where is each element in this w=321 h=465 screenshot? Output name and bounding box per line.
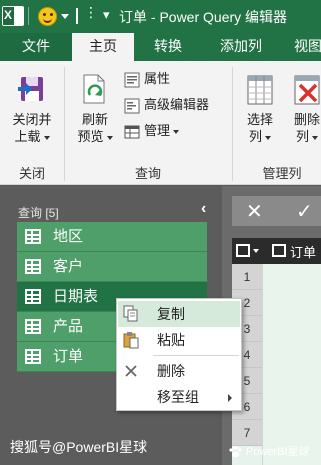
table-icon [25, 229, 41, 244]
tab-transform[interactable]: 转换 [140, 33, 196, 61]
context-menu: 复制 粘贴 删除 移至组 [116, 298, 242, 411]
query-label: 订单 [53, 348, 84, 365]
title-bar: ⋮ ▾ 订单 - Power Query 编辑器 [0, 0, 321, 33]
query-group-label: 查询 [134, 166, 161, 181]
chevron-down-icon[interactable] [253, 249, 259, 253]
manage-button[interactable]: 管理 [124, 121, 180, 141]
menu-item-paste[interactable]: 粘贴 [118, 327, 240, 353]
column-type-icon[interactable] [272, 244, 286, 257]
close-group-label: 关闭 [18, 166, 45, 181]
tab-file[interactable]: 文件 [0, 33, 72, 61]
queries-header: 查询 [5] [18, 206, 59, 220]
delete-icon [125, 365, 137, 377]
smiley-feedback-icon[interactable] [38, 7, 57, 26]
query-item-customer[interactable]: 客户 [17, 252, 207, 282]
menu-item-label: 移至组 [157, 389, 199, 405]
refresh-label-1: 刷新 [81, 112, 108, 127]
properties-icon [124, 72, 140, 88]
tab-home[interactable]: 主页 [72, 33, 134, 61]
menu-item-label: 删除 [157, 363, 185, 379]
table-icon [25, 259, 41, 274]
advanced-editor-icon [124, 98, 140, 114]
data-grid: 订单 1 2 3 4 5 6 7 [232, 238, 321, 465]
query-label: 客户 [53, 258, 84, 275]
formula-bar: ✕ ✓ [232, 196, 321, 226]
column-header[interactable]: 订单 [290, 242, 316, 261]
close-load-label-2: 上载 [6, 128, 58, 145]
tab-add-column[interactable]: 添加列 [208, 33, 274, 61]
chevron-right-icon [228, 394, 232, 402]
table-icon [25, 289, 41, 304]
chevron-down-icon[interactable] [61, 14, 69, 19]
remove-columns-icon [294, 75, 320, 105]
close-and-load-button[interactable]: 关闭并 上载 [6, 73, 58, 145]
advanced-editor-button[interactable]: 高级编辑器 [124, 95, 209, 115]
refresh-preview-button[interactable]: 刷新 预览 [70, 73, 120, 145]
remove-columns-label-1: 删除 [293, 112, 320, 127]
table-icon [25, 349, 41, 364]
choose-columns-label-1: 选择 [246, 112, 273, 127]
close-load-label-1: 关闭并 [12, 112, 52, 127]
menu-item-delete[interactable]: 删除 [118, 358, 240, 384]
remove-columns-label-2: 列 [286, 128, 321, 145]
watermark-text: 搜狐号@PowerBI星球 [10, 439, 148, 455]
ribbon-tabs: 文件 主页 转换 添加列 视图 [0, 33, 321, 61]
table-icon [25, 319, 41, 334]
excel-app-icon[interactable] [2, 6, 24, 26]
paste-icon [123, 332, 139, 349]
paw-logo-icon [229, 446, 242, 458]
manage-table-icon [124, 125, 140, 139]
query-label: 地区 [53, 228, 84, 245]
menu-item-move-to-group[interactable]: 移至组 [118, 384, 240, 410]
copy-icon [123, 305, 138, 322]
choose-columns-button[interactable]: 选择 列 [238, 73, 282, 145]
query-label: 产品 [53, 318, 84, 335]
close-load-icon [18, 77, 43, 101]
grid-header: 订单 [232, 238, 321, 264]
collapse-pane-icon[interactable]: ‹ [201, 200, 206, 218]
choose-columns-label-2: 列 [238, 128, 282, 145]
remove-columns-button[interactable]: 删除 列 [286, 73, 321, 145]
menu-item-label: 粘贴 [157, 332, 185, 348]
refresh-icon [83, 74, 105, 104]
ribbon: 关闭并 上载 关闭 刷新 预览 属性 高级编辑器 管理 查询 选择 列 删除 列… [0, 61, 321, 185]
quick-access-bar-icon [76, 8, 78, 24]
menu-separator [153, 355, 239, 356]
title-separator [28, 7, 29, 25]
more-icon[interactable]: ⋮ [84, 4, 98, 21]
query-label: 日期表 [53, 288, 99, 305]
query-item-region[interactable]: 地区 [17, 222, 207, 252]
refresh-label-2: 预览 [70, 128, 120, 145]
properties-button[interactable]: 属性 [124, 69, 170, 89]
customize-quick-access-icon[interactable]: ▾ [103, 7, 110, 23]
menu-item-label: 复制 [157, 306, 185, 322]
confirm-formula-icon[interactable]: ✓ [296, 199, 313, 224]
corner-watermark: PowerBI星球 [228, 443, 310, 459]
cancel-formula-icon[interactable]: ✕ [246, 199, 263, 224]
row-number[interactable]: 1 [232, 264, 262, 290]
manage-columns-group-label: 管理列 [262, 166, 302, 181]
tab-view[interactable]: 视图 [288, 33, 321, 61]
choose-columns-icon [247, 75, 273, 105]
grid-body [262, 264, 321, 465]
window-title: 订单 - Power Query 编辑器 [119, 9, 288, 25]
menu-item-copy[interactable]: 复制 [118, 301, 240, 327]
table-menu-icon[interactable] [236, 244, 250, 257]
